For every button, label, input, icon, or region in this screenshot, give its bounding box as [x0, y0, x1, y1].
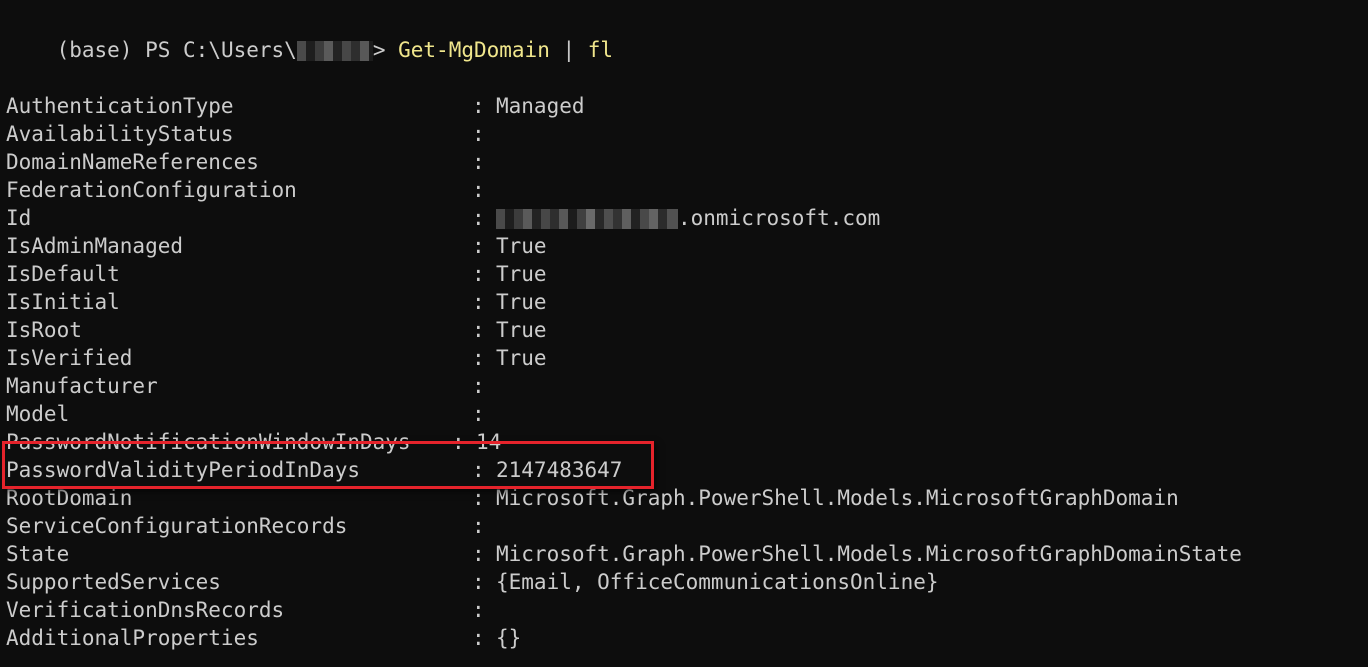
property-row: Id: .onmicrosoft.com: [6, 204, 1368, 232]
property-name: AuthenticationType: [6, 94, 234, 118]
property-name: Id: [6, 206, 32, 230]
property-separator: :: [472, 234, 485, 258]
property-row: PasswordValidityPeriodInDays:2147483647: [6, 456, 1368, 484]
property-separator: :: [472, 150, 485, 174]
property-row: IsRoot: True: [6, 316, 1368, 344]
property-name: PasswordValidityPeriodInDays: [6, 458, 361, 482]
property-separator: :: [472, 486, 485, 510]
property-name: IsRoot: [6, 318, 82, 342]
property-value: True: [496, 262, 547, 286]
property-separator: :: [472, 94, 485, 118]
redacted-username: [296, 41, 373, 61]
property-value: Managed: [496, 94, 585, 118]
property-row: IsInitial: True: [6, 288, 1368, 316]
property-row: ServiceConfigurationRecords:: [6, 512, 1368, 540]
property-separator: :: [472, 122, 485, 146]
property-value: True: [496, 318, 547, 342]
property-name: Manufacturer: [6, 374, 158, 398]
property-row: PasswordNotificationWindowInDays:14: [6, 428, 1368, 456]
property-row: AvailabilityStatus:: [6, 120, 1368, 148]
command-output: AuthenticationType: Managed AvailabilitySt…: [6, 92, 1368, 652]
property-row: VerificationDnsRecords:: [6, 596, 1368, 624]
property-value: Microsoft.Graph.PowerShell.Models.Micros…: [496, 486, 1179, 510]
property-separator: :: [472, 570, 485, 594]
property-name: IsDefault: [6, 262, 120, 286]
property-value: True: [496, 346, 547, 370]
property-name: VerificationDnsRecords: [6, 598, 285, 622]
property-separator: :: [472, 458, 485, 482]
property-value: Microsoft.Graph.PowerShell.Models.Micros…: [496, 542, 1242, 566]
prompt-env: (base): [56, 38, 146, 62]
property-row: DomainNameReferences:: [6, 148, 1368, 176]
property-row: State: Microsoft.Graph.PowerShell.Models.…: [6, 540, 1368, 568]
property-row: AdditionalProperties: {}: [6, 624, 1368, 652]
property-value: .onmicrosoft.com: [678, 206, 881, 230]
property-value: 14: [476, 430, 502, 454]
property-value: {}: [496, 626, 522, 650]
prompt-shell: PS: [145, 38, 184, 62]
property-name: RootDomain: [6, 486, 133, 510]
property-separator: :: [472, 290, 485, 314]
property-separator: :: [472, 206, 485, 230]
property-separator: :: [472, 598, 485, 622]
property-row: SupportedServices: {Email, OfficeCommunic…: [6, 568, 1368, 596]
property-row: Manufacturer:: [6, 372, 1368, 400]
prompt-caret: >: [372, 38, 399, 62]
property-row: IsAdminManaged: True: [6, 232, 1368, 260]
property-name: IsVerified: [6, 346, 133, 370]
property-row: IsVerified: True: [6, 344, 1368, 372]
command-text: Get-MgDomain: [398, 38, 550, 62]
property-separator: :: [472, 402, 485, 426]
property-row: RootDomain: Microsoft.Graph.PowerShell.Mo…: [6, 484, 1368, 512]
property-separator: :: [452, 430, 465, 454]
property-separator: :: [472, 542, 485, 566]
property-value: 2147483647: [496, 458, 623, 482]
property-row: AuthenticationType: Managed: [6, 92, 1368, 120]
property-value: True: [496, 290, 547, 314]
property-value: {Email, OfficeCommunicationsOnline}: [496, 570, 939, 594]
property-name: State: [6, 542, 70, 566]
prompt-line: (base) PS C:\Users\ > Get-MgDomain | fl: [6, 8, 1368, 62]
powershell-terminal[interactable]: (base) PS C:\Users\ > Get-MgDomain | fl A…: [0, 0, 1368, 667]
property-value: True: [496, 234, 547, 258]
property-name: IsInitial: [6, 290, 120, 314]
property-separator: :: [472, 346, 485, 370]
property-name: SupportedServices: [6, 570, 221, 594]
property-name: DomainNameReferences: [6, 150, 259, 174]
property-row: Model:: [6, 400, 1368, 428]
property-name: IsAdminManaged: [6, 234, 184, 258]
property-separator: :: [472, 626, 485, 650]
property-separator: :: [472, 262, 485, 286]
property-name: PasswordNotificationWindowInDays: [6, 430, 411, 454]
property-separator: :: [472, 514, 485, 538]
format-list-cmd: fl: [587, 38, 614, 62]
property-separator: :: [472, 374, 485, 398]
property-name: Model: [6, 402, 70, 426]
property-separator: :: [472, 318, 485, 342]
property-row: FederationConfiguration:: [6, 176, 1368, 204]
property-separator: :: [472, 178, 485, 202]
property-name: ServiceConfigurationRecords: [6, 514, 348, 538]
property-name: AdditionalProperties: [6, 626, 259, 650]
prompt-path: C:\Users\: [183, 38, 297, 62]
property-name: FederationConfiguration: [6, 178, 297, 202]
property-row: IsDefault: True: [6, 260, 1368, 288]
property-name: AvailabilityStatus: [6, 122, 234, 146]
redacted-tenant-name: [496, 209, 678, 229]
pipe-symbol: |: [549, 38, 588, 62]
